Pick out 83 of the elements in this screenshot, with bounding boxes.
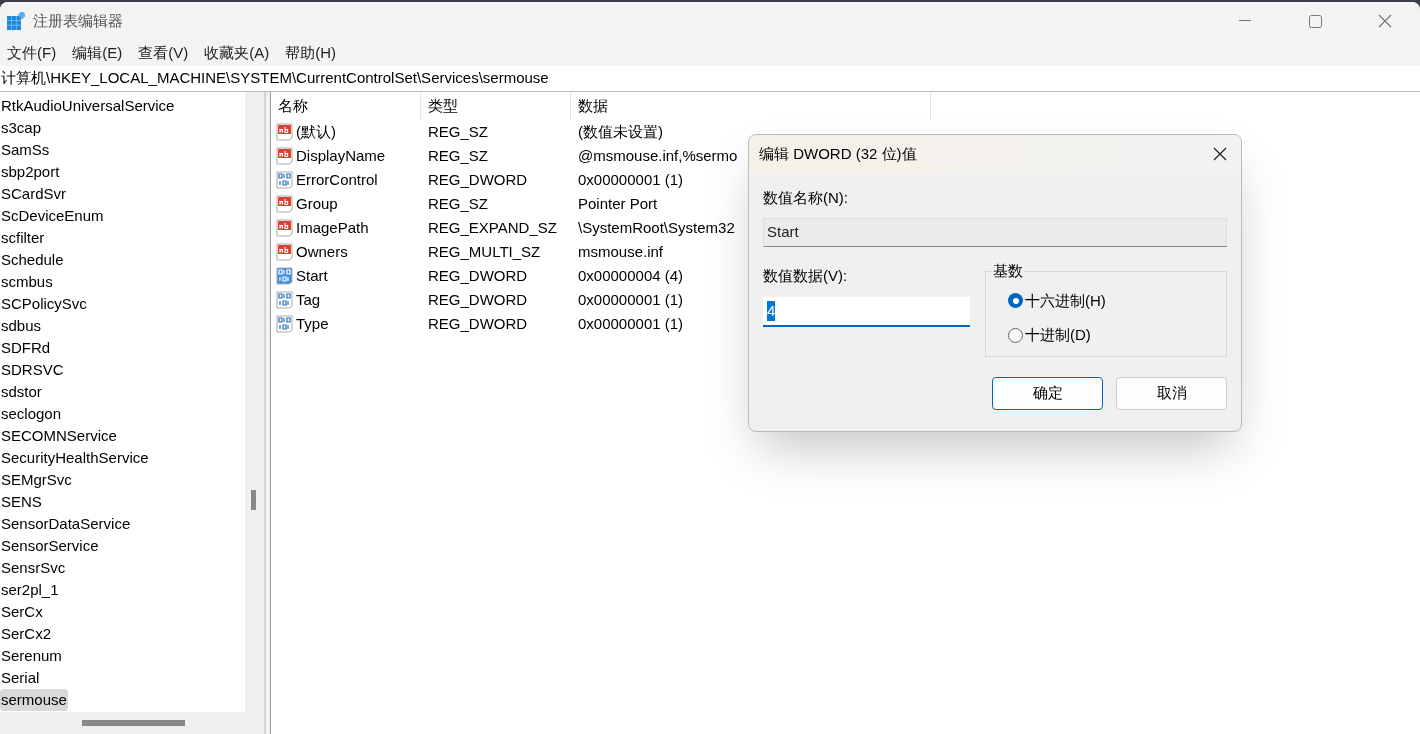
menu-item[interactable]: 帮助(H) <box>280 41 341 65</box>
tree-item[interactable]: SensrSvc <box>0 557 67 579</box>
tree-item[interactable]: Schedule <box>0 249 65 271</box>
column-header[interactable]: 名称 <box>271 92 421 120</box>
tree-item[interactable]: scfilter <box>0 227 46 249</box>
value-data-label: 数值数据(V): <box>763 265 849 286</box>
menu-item[interactable]: 编辑(E) <box>67 41 128 65</box>
tree-item[interactable]: SerCx <box>0 601 44 623</box>
tree-item[interactable]: SecurityHealthService <box>0 447 150 469</box>
table-cell: 0x00000004 (4) <box>578 267 684 284</box>
menu-item[interactable]: 文件(F) <box>2 41 62 65</box>
tree-item[interactable]: SDRSVC <box>0 359 65 381</box>
value-name[interactable]: ImagePath <box>296 216 369 240</box>
table-cell: 0x00000001 (1) <box>578 315 684 332</box>
tree-item[interactable]: SCPolicySvc <box>0 293 88 315</box>
table-cell: 0x00000001 (1) <box>578 291 684 308</box>
value-name[interactable]: (默认) <box>296 120 336 144</box>
value-name[interactable]: DisplayName <box>296 144 386 168</box>
table-cell: msmouse.inf <box>578 243 664 260</box>
tree-item[interactable]: SENS <box>0 491 43 513</box>
value-name[interactable]: Owners <box>296 240 348 264</box>
tree-item[interactable]: SensorDataService <box>0 513 132 535</box>
tree-item[interactable]: Serial <box>0 667 41 689</box>
column-header[interactable]: 类型 <box>421 92 571 120</box>
value-data-field[interactable]: 4 <box>763 297 970 327</box>
radio-label: 十六进制(H) <box>1025 290 1106 311</box>
table-cell: Pointer Port <box>578 195 658 212</box>
tree-item[interactable]: SECOMNService <box>0 425 118 447</box>
value-name[interactable]: Start <box>296 264 328 288</box>
radio-button[interactable] <box>1008 327 1023 343</box>
registry-editor-icon <box>7 12 25 30</box>
minimize-icon <box>1239 20 1251 22</box>
table-cell: (数值未设置) <box>578 123 663 140</box>
tree-item[interactable]: seclogon <box>0 403 63 425</box>
close-icon <box>1213 147 1227 161</box>
value-name[interactable]: Type <box>296 312 329 336</box>
tree-item[interactable]: SCardSvr <box>0 183 68 205</box>
window-title: 注册表编辑器 <box>33 10 123 31</box>
tree-item[interactable]: scmbus <box>0 271 54 293</box>
tree-item[interactable]: SDFRd <box>0 337 52 359</box>
tree-item[interactable]: SerCx2 <box>0 623 53 645</box>
tree-item[interactable]: ser2pl_1 <box>0 579 60 601</box>
value-name[interactable]: Tag <box>296 288 321 312</box>
scrollbar-thumb[interactable] <box>82 720 185 726</box>
tree-item[interactable]: sermouse <box>0 689 68 711</box>
table-cell: REG_SZ <box>428 147 488 164</box>
table-cell: REG_DWORD <box>428 315 528 332</box>
radio-label: 十进制(D) <box>1025 325 1091 345</box>
value-name[interactable]: ErrorControl <box>296 168 378 192</box>
address-bar[interactable]: 计算机\HKEY_LOCAL_MACHINE\SYSTEM\CurrentControlSet\Services\sermouse <box>0 67 549 90</box>
tree-item[interactable]: sdstor <box>0 381 43 403</box>
tree-item[interactable]: s3cap <box>0 117 43 139</box>
menu-item[interactable]: 收藏夹(A) <box>199 41 275 65</box>
table-cell: @msmouse.inf,%sermo <box>578 147 738 164</box>
ok-button[interactable]: 确定 <box>992 376 1103 410</box>
menu-item[interactable]: 查看(V) <box>133 41 194 65</box>
table-cell: REG_SZ <box>428 123 488 140</box>
radio-button[interactable] <box>1008 293 1023 309</box>
table-cell: REG_MULTI_SZ <box>428 243 541 260</box>
table-cell: REG_DWORD <box>428 267 528 284</box>
table-cell: 0x00000001 (1) <box>578 171 684 188</box>
tree-item[interactable]: RtkAudioUniversalService <box>0 95 176 117</box>
tree-item[interactable]: ScDeviceEnum <box>0 205 105 227</box>
cancel-button[interactable]: 取消 <box>1116 376 1227 410</box>
value-name[interactable]: Group <box>296 192 338 216</box>
close-icon <box>1378 14 1392 28</box>
tree-item[interactable]: SEMgrSvc <box>0 469 73 491</box>
table-cell: REG_EXPAND_SZ <box>428 219 557 236</box>
tree-item[interactable]: sdbus <box>0 315 43 337</box>
table-cell: REG_DWORD <box>428 171 528 188</box>
value-name-field[interactable]: Start <box>763 217 1227 247</box>
dialog-title: 编辑 DWORD (32 位)值 <box>759 143 917 164</box>
column-header[interactable]: 数据 <box>571 92 931 120</box>
tree-item[interactable]: sbp2port <box>0 161 61 183</box>
tree-item[interactable]: Serenum <box>0 645 63 667</box>
table-cell: REG_SZ <box>428 195 488 212</box>
table-cell: \SystemRoot\System32 <box>578 219 735 236</box>
tree-item[interactable]: SamSs <box>0 139 51 161</box>
maximize-icon <box>1308 14 1322 28</box>
table-cell: REG_DWORD <box>428 291 528 308</box>
tree-item[interactable]: SensorService <box>0 535 100 557</box>
value-name-label: 数值名称(N): <box>763 188 849 208</box>
scrollbar-thumb[interactable] <box>251 490 256 510</box>
